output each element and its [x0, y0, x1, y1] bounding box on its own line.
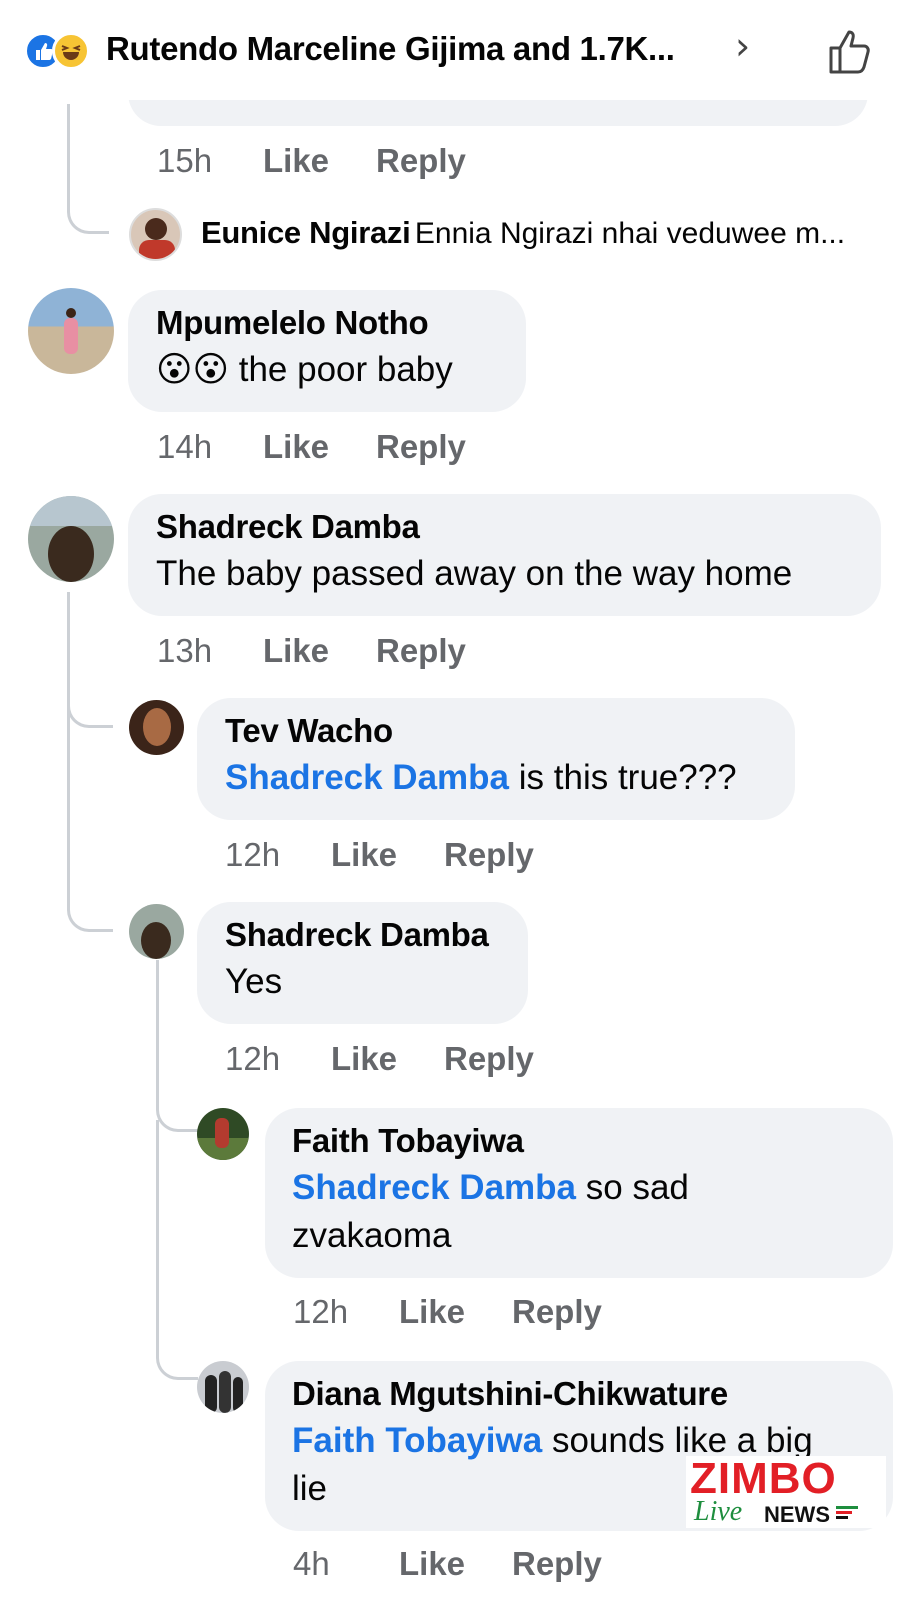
reply-link[interactable]: Reply [444, 1040, 534, 1078]
comment-bubble: Faith Tobayiwa Shadreck Damba so sad zva… [265, 1108, 893, 1278]
collapsed-reply[interactable]: Eunice Ngirazi Ennia Ngirazi nhai veduwe… [201, 215, 845, 251]
avatar[interactable] [28, 288, 114, 374]
reply-link[interactable]: Reply [376, 142, 466, 180]
mention-link[interactable]: Shadreck Damba [225, 758, 509, 797]
commenter-name[interactable]: Faith Tobayiwa [292, 1122, 524, 1160]
like-link[interactable]: Like [263, 428, 329, 466]
like-link[interactable]: Like [263, 632, 329, 670]
avatar[interactable] [129, 700, 184, 755]
comment-text: 😮😮 the poor baby [156, 350, 453, 389]
comment-bubble: Shadreck Damba The baby passed away on t… [128, 494, 881, 616]
chevron-right-icon[interactable]: › [735, 24, 750, 68]
timestamp: 15h [157, 142, 213, 179]
like-link[interactable]: Like [263, 142, 329, 180]
avatar[interactable] [197, 1361, 249, 1413]
comment-text: Ennia Ngirazi nhai veduwee m... [414, 217, 846, 250]
mention-link[interactable]: Shadreck Damba [292, 1168, 576, 1207]
thread-line [156, 960, 159, 1070]
commenter-name[interactable]: Shadreck Damba [225, 916, 489, 954]
header-overlay: Rutendo Marceline Gijima and 1.7K... › [0, 0, 921, 104]
reply-link[interactable]: Reply [512, 1293, 602, 1331]
comment-meta: 12h Like Reply [293, 1293, 693, 1333]
watermark-news: NEWS [764, 1502, 830, 1527]
mention-link[interactable]: Faith Tobayiwa [292, 1421, 542, 1460]
comment-text-line2: lie [292, 1469, 328, 1508]
comment-meta: 12h Like Reply [225, 836, 625, 876]
reply-link[interactable]: Reply [512, 1545, 602, 1583]
commenter-name[interactable]: Tev Wacho [225, 712, 393, 750]
timestamp: 12h [225, 1040, 281, 1077]
commenter-name[interactable]: Eunice Ngirazi [201, 215, 411, 250]
comment-bubble: Shadreck Damba Yes [197, 902, 528, 1024]
reply-link[interactable]: Reply [376, 428, 466, 466]
commenter-name[interactable]: Mpumelelo Notho [156, 304, 429, 342]
comment-meta: 15h Like Reply [157, 142, 557, 182]
reply-link[interactable]: Reply [376, 632, 466, 670]
like-link[interactable]: Like [331, 836, 397, 874]
thread-connector [67, 104, 109, 234]
like-link[interactable]: Like [399, 1293, 465, 1331]
haha-reaction-icon [52, 32, 90, 70]
comment-text: Shadreck Damba is this true??? [225, 758, 737, 797]
comment-text: Shadreck Damba so sad [292, 1168, 689, 1207]
thumbs-up-outline-icon[interactable] [828, 26, 874, 76]
timestamp: 12h [293, 1293, 349, 1330]
watermark-live: Live [694, 1496, 743, 1527]
emoji: 😮😮 [156, 350, 229, 389]
flag-bars-icon [836, 1506, 858, 1519]
avatar[interactable] [28, 496, 114, 582]
timestamp: 12h [225, 836, 281, 873]
comment-meta: 14h Like Reply [157, 428, 557, 468]
comment-text: Yes [225, 962, 283, 1001]
commenter-name[interactable]: Shadreck Damba [156, 508, 420, 546]
commenter-name[interactable]: Diana Mgutshini-Chikwature [292, 1375, 728, 1413]
comment-text-line2: zvakaoma [292, 1216, 452, 1255]
timestamp: 13h [157, 632, 213, 669]
thread-connector [156, 1120, 198, 1380]
avatar[interactable] [129, 904, 184, 959]
reactors-summary[interactable]: Rutendo Marceline Gijima and 1.7K... [106, 30, 675, 68]
comment-bubble: Tev Wacho Shadreck Damba is this true??? [197, 698, 795, 820]
like-link[interactable]: Like [331, 1040, 397, 1078]
comment-bubble: Mpumelelo Notho 😮😮 the poor baby [128, 290, 526, 412]
comment-meta: 4h Like Reply [293, 1545, 693, 1585]
timestamp: 14h [157, 428, 213, 465]
like-link[interactable]: Like [399, 1545, 465, 1583]
comment-meta: 12h Like Reply [225, 1040, 625, 1080]
avatar[interactable] [129, 208, 182, 261]
reply-link[interactable]: Reply [444, 836, 534, 874]
comment-meta: 13h Like Reply [157, 632, 557, 672]
zimbo-live-news-watermark: ZIMBO Live NEWS [686, 1454, 886, 1528]
timestamp: 4h [293, 1545, 330, 1582]
thread-connector [67, 700, 113, 932]
comment-text: The baby passed away on the way home [156, 554, 793, 593]
avatar[interactable] [197, 1108, 249, 1160]
